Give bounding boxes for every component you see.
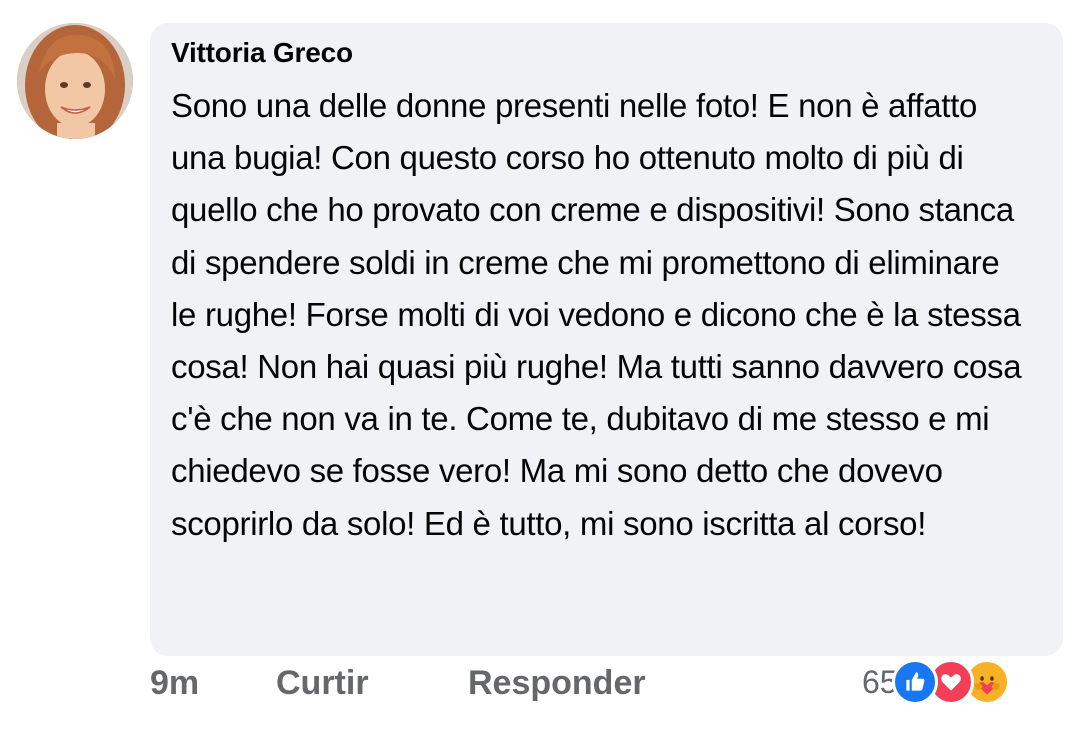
reactions-summary[interactable]: 65 xyxy=(862,658,1010,706)
comment-bubble: Vittoria Greco Sono una delle donne pres… xyxy=(150,23,1063,656)
like-button[interactable]: Curtir xyxy=(276,664,369,703)
reply-button[interactable]: Responder xyxy=(468,664,646,703)
comment-timestamp[interactable]: 9m xyxy=(150,664,199,703)
comment-author[interactable]: Vittoria Greco xyxy=(171,36,1043,70)
avatar[interactable] xyxy=(17,23,133,139)
like-icon xyxy=(891,659,938,705)
comment-text: Sono una delle donne presenti nelle foto… xyxy=(171,87,1022,542)
